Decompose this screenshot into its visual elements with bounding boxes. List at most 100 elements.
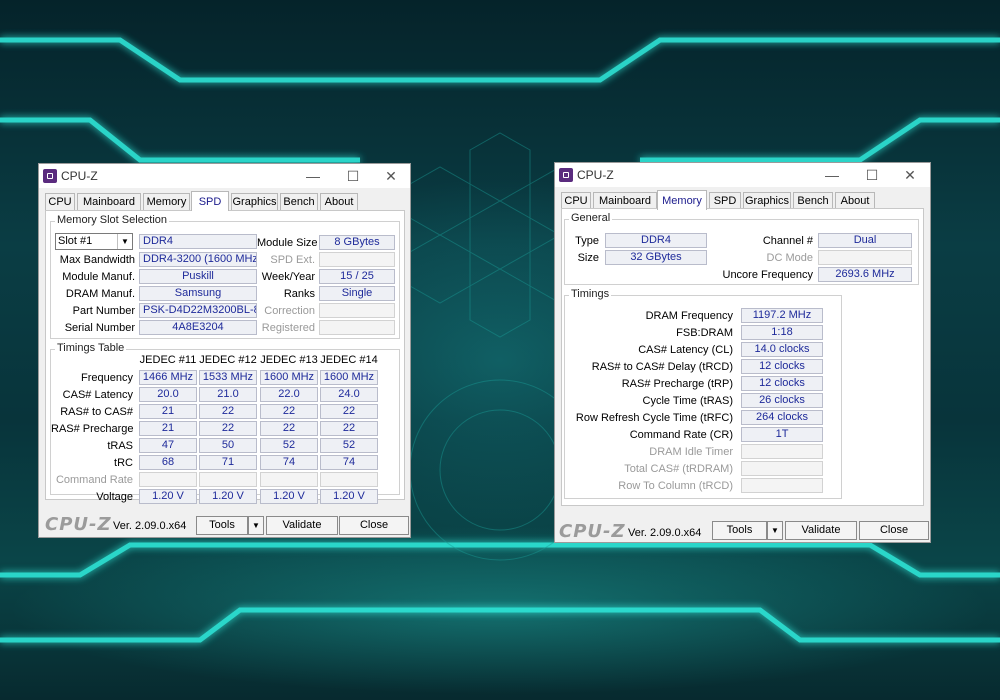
tab-graphics[interactable]: Graphics bbox=[743, 192, 791, 209]
window-title: CPU-Z bbox=[61, 169, 98, 183]
tools-button[interactable]: Tools bbox=[196, 516, 248, 535]
timing-label: Total CAS# (tRDRAM) bbox=[624, 463, 733, 475]
timing-value bbox=[741, 461, 823, 476]
timing-row-label: tRC bbox=[114, 457, 133, 469]
timing-cell: 22 bbox=[199, 421, 257, 436]
registered-value bbox=[319, 320, 395, 335]
close-button[interactable]: Close bbox=[339, 516, 409, 535]
tools-button[interactable]: Tools bbox=[712, 521, 767, 540]
max-bandwidth-label: Max Bandwidth bbox=[59, 254, 135, 266]
registered-label: Registered bbox=[261, 322, 315, 334]
timing-label: CAS# Latency (CL) bbox=[638, 344, 733, 356]
uncore-frequency-label: Uncore Frequency bbox=[722, 269, 814, 281]
timing-value: 1T bbox=[741, 427, 823, 442]
timing-label: DRAM Idle Timer bbox=[649, 446, 733, 458]
tab-spd[interactable]: SPD bbox=[709, 192, 741, 209]
timing-cell: 52 bbox=[320, 438, 378, 453]
dram-manuf-value: Samsung bbox=[139, 286, 257, 301]
timing-cell bbox=[320, 472, 378, 487]
timing-value: 12 clocks bbox=[741, 376, 823, 391]
timing-cell: 1.20 V bbox=[139, 489, 197, 504]
tab-about[interactable]: About bbox=[835, 192, 875, 209]
channel-value: Dual bbox=[818, 233, 912, 248]
minimize-icon[interactable]: — bbox=[817, 165, 847, 185]
maximize-icon[interactable]: ☐ bbox=[857, 165, 887, 185]
close-icon[interactable]: ✕ bbox=[895, 165, 925, 185]
tab-spd[interactable]: SPD bbox=[191, 191, 229, 211]
tab-bench[interactable]: Bench bbox=[793, 192, 833, 209]
memory-panel: General Type DDR4 Size 32 GBytes Channel… bbox=[561, 208, 924, 506]
timing-cell: 1466 MHz bbox=[139, 370, 197, 385]
module-manuf-label: Module Manuf. bbox=[62, 271, 135, 283]
memory-slot-group: Memory Slot Selection Slot #1 ▼ DDR4 Max… bbox=[50, 214, 400, 339]
tools-dropdown-arrow-icon[interactable]: ▼ bbox=[248, 516, 264, 535]
timing-cell bbox=[199, 472, 257, 487]
dram-manuf-label: DRAM Manuf. bbox=[65, 288, 135, 300]
window-title: CPU-Z bbox=[577, 168, 614, 182]
tab-graphics[interactable]: Graphics bbox=[231, 193, 278, 210]
timing-column-header: JEDEC #12 bbox=[199, 354, 257, 366]
timing-label: Row Refresh Cycle Time (tRFC) bbox=[575, 412, 733, 424]
tab-mainboard[interactable]: Mainboard bbox=[77, 193, 141, 210]
tab-about[interactable]: About bbox=[320, 193, 358, 210]
week-year-label: Week/Year bbox=[261, 271, 315, 283]
timing-cell: 22 bbox=[320, 421, 378, 436]
tab-memory[interactable]: Memory bbox=[143, 193, 190, 210]
timing-row-label: RAS# to CAS# bbox=[60, 406, 133, 418]
tab-cpu[interactable]: CPU bbox=[45, 193, 75, 210]
group-label: General bbox=[569, 212, 613, 224]
size-label: Size bbox=[577, 252, 599, 264]
timings-group: Timings DRAM Frequency 1197.2 MHz FSB:DRAM… bbox=[564, 288, 842, 499]
cpuz-logo: CPU-Z bbox=[45, 514, 112, 535]
cpuz-window-spd: CPU-Z — ☐ ✕ CPU Mainboard Memory SPD Gra… bbox=[38, 163, 411, 538]
title-bar[interactable]: CPU-Z — ☐ ✕ bbox=[555, 163, 930, 187]
timing-cell: 47 bbox=[139, 438, 197, 453]
tools-dropdown-arrow-icon[interactable]: ▼ bbox=[767, 521, 783, 540]
timing-cell: 1600 MHz bbox=[260, 370, 318, 385]
cpuz-logo: CPU-Z bbox=[559, 521, 626, 542]
tab-memory[interactable]: Memory bbox=[657, 190, 707, 210]
tab-bench[interactable]: Bench bbox=[280, 193, 318, 210]
spd-ext-value bbox=[319, 252, 395, 267]
ranks-label: Ranks bbox=[283, 288, 315, 300]
timing-cell: 1600 MHz bbox=[320, 370, 378, 385]
dropdown-arrow-icon[interactable]: ▼ bbox=[117, 234, 132, 249]
validate-button[interactable]: Validate bbox=[266, 516, 338, 535]
maximize-icon[interactable]: ☐ bbox=[338, 166, 368, 186]
cpuz-window-memory: CPU-Z — ☐ ✕ CPU Mainboard Memory SPD Gra… bbox=[554, 162, 931, 543]
tab-cpu[interactable]: CPU bbox=[561, 192, 591, 209]
timing-cell: 50 bbox=[199, 438, 257, 453]
timing-cell: 22 bbox=[199, 404, 257, 419]
serial-number-label: Serial Number bbox=[64, 322, 135, 334]
timing-cell: 1.20 V bbox=[199, 489, 257, 504]
timing-row-label: Command Rate bbox=[55, 474, 133, 486]
ranks-value: Single bbox=[319, 286, 395, 301]
close-button[interactable]: Close bbox=[859, 521, 929, 540]
title-bar[interactable]: CPU-Z — ☐ ✕ bbox=[39, 164, 410, 188]
close-icon[interactable]: ✕ bbox=[376, 166, 406, 186]
part-number-value: PSK-D4D22M3200BL-8G bbox=[139, 303, 257, 318]
timing-column-header: JEDEC #14 bbox=[320, 354, 378, 366]
cpuz-app-icon bbox=[43, 169, 57, 183]
timing-label: Row To Column (tRCD) bbox=[618, 480, 733, 492]
timing-value: 26 clocks bbox=[741, 393, 823, 408]
type-label: Type bbox=[575, 235, 599, 247]
timing-cell: 74 bbox=[260, 455, 318, 470]
timing-cell: 1533 MHz bbox=[199, 370, 257, 385]
tab-mainboard[interactable]: Mainboard bbox=[593, 192, 657, 209]
slot-select[interactable]: Slot #1 ▼ bbox=[55, 233, 133, 250]
timing-column-header: JEDEC #11 bbox=[139, 354, 197, 366]
timing-cell: 52 bbox=[260, 438, 318, 453]
minimize-icon[interactable]: — bbox=[298, 166, 328, 186]
correction-value bbox=[319, 303, 395, 318]
timing-cell: 1.20 V bbox=[320, 489, 378, 504]
week-year-value: 15 / 25 bbox=[319, 269, 395, 284]
version-text: Ver. 2.09.0.x64 bbox=[628, 527, 702, 539]
timing-value: 14.0 clocks bbox=[741, 342, 823, 357]
cpuz-app-icon bbox=[559, 168, 573, 182]
validate-button[interactable]: Validate bbox=[785, 521, 857, 540]
timing-cell: 21.0 bbox=[199, 387, 257, 402]
timing-cell bbox=[139, 472, 197, 487]
timing-cell: 68 bbox=[139, 455, 197, 470]
dc-mode-value bbox=[818, 250, 912, 265]
